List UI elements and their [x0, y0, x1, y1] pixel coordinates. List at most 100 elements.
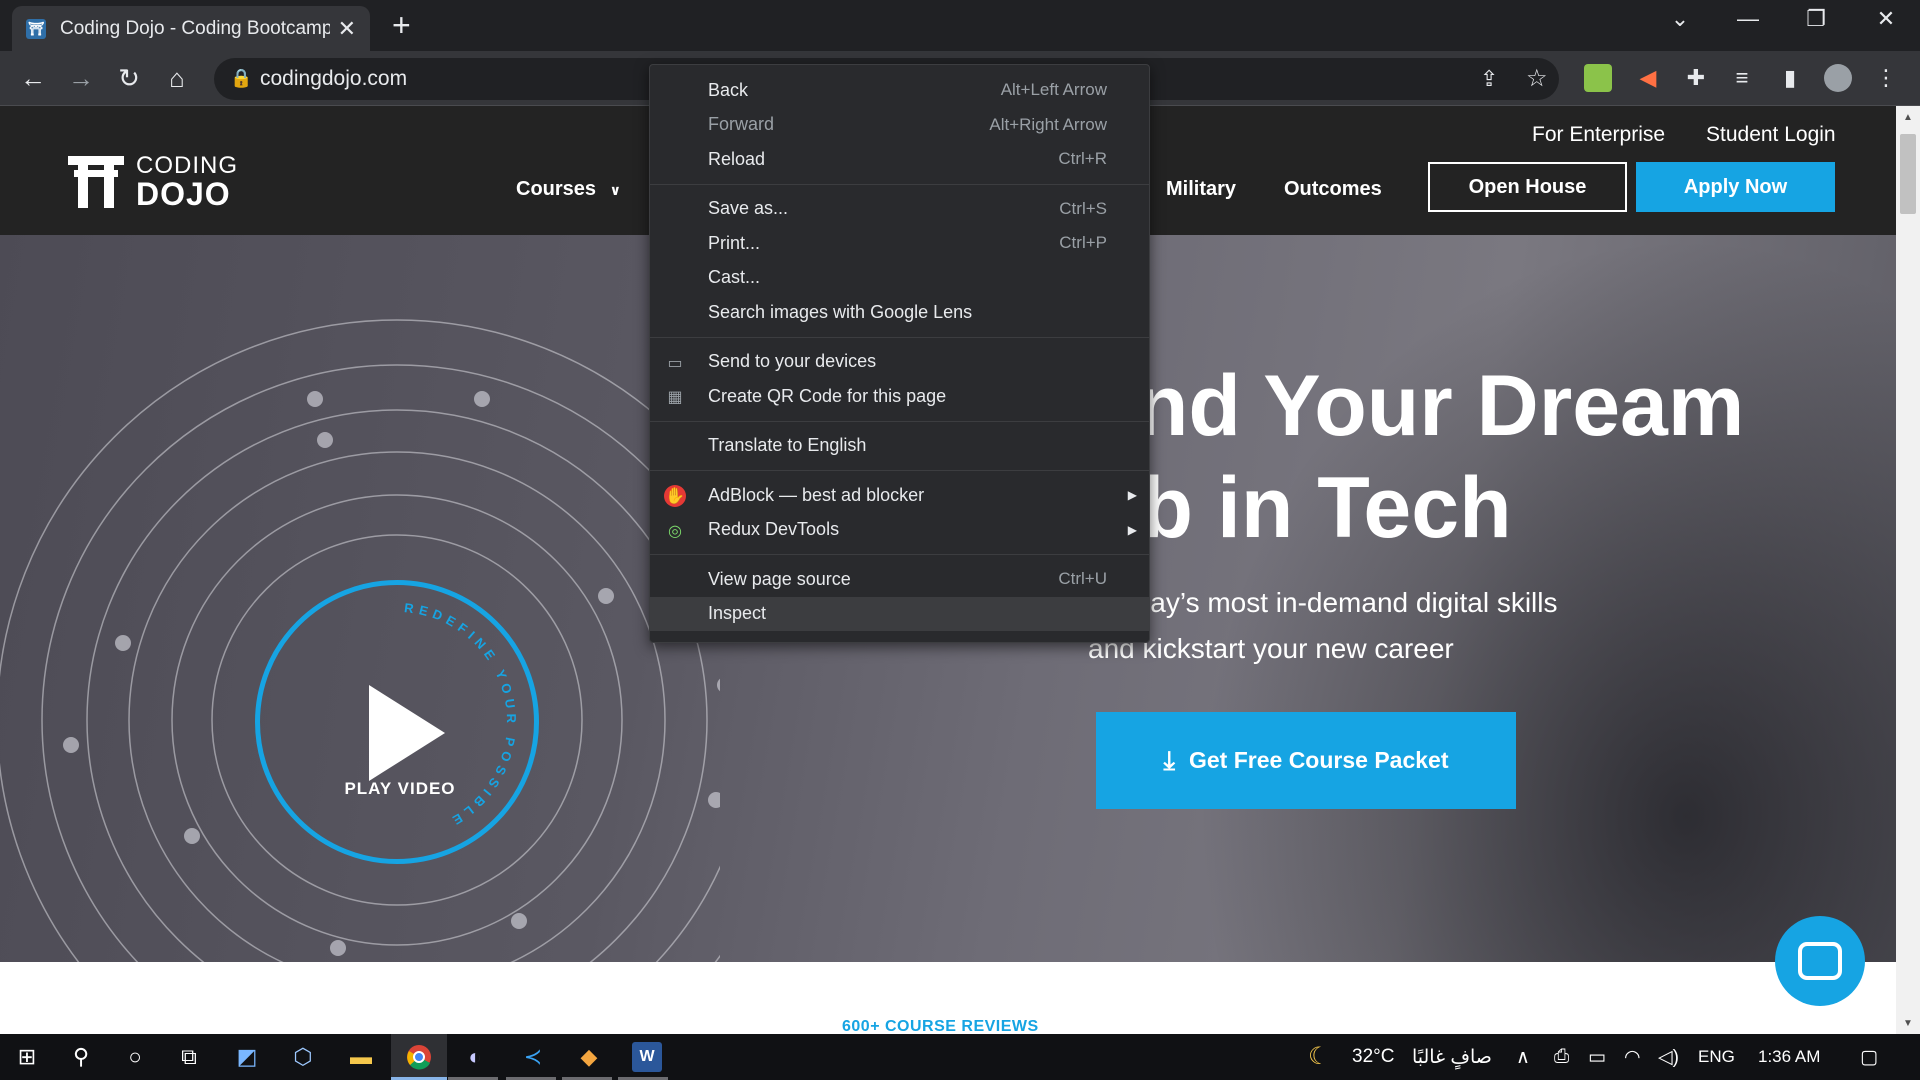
nav-courses[interactable]: Courses ∨: [516, 178, 621, 201]
task-view-icon[interactable]: ⧉: [174, 1042, 204, 1072]
search-icon[interactable]: ⚲: [66, 1042, 96, 1072]
url-text[interactable]: codingdojo.com: [260, 67, 407, 91]
menu-item-create-qr-code-for-this-page[interactable]: ▦ Create QR Code for this page: [650, 379, 1149, 414]
menu-item-forward[interactable]: Forward Alt+Right Arrow: [650, 108, 1149, 143]
battery-icon[interactable]: ▭: [1588, 1046, 1606, 1069]
weather-moon-icon[interactable]: ☾: [1308, 1042, 1330, 1071]
menu-item-back[interactable]: Back Alt+Left Arrow: [650, 73, 1149, 108]
active-tab[interactable]: ⛩ Coding Dojo - Coding Bootcamp ✕: [12, 6, 370, 51]
chat-launcher-button[interactable]: [1775, 916, 1865, 1006]
menu-item-label: Create QR Code for this page: [708, 385, 947, 406]
menu-item-reload[interactable]: Reload Ctrl+R: [650, 142, 1149, 177]
scroll-up-icon[interactable]: ▲: [1896, 112, 1920, 123]
kubernetes-icon[interactable]: ◩: [232, 1042, 262, 1072]
chrome-icon[interactable]: [404, 1042, 434, 1072]
tray-expand-icon[interactable]: ∧: [1516, 1046, 1530, 1069]
menu-item-label: Redux DevTools: [708, 519, 840, 540]
menu-item-label: Forward: [708, 114, 775, 135]
menu-item-save-as[interactable]: Save as... Ctrl+S: [650, 192, 1149, 227]
clock[interactable]: 1:36 AM: [1758, 1047, 1820, 1067]
chat-icon: [1798, 942, 1842, 980]
course-reviews-heading: 600+ COURSE REVIEWS: [842, 1018, 1039, 1034]
lock-icon[interactable]: 🔒: [230, 68, 252, 89]
apply-now-button[interactable]: Apply Now: [1636, 162, 1835, 212]
cortana-icon[interactable]: ○: [120, 1042, 150, 1072]
new-tab-button[interactable]: +: [392, 9, 411, 41]
menu-item-label: Inspect: [708, 603, 767, 624]
weather-text[interactable]: صافٍ غالبًا: [1412, 1046, 1492, 1069]
menu-item-label: Translate to English: [708, 435, 867, 456]
file-explorer-icon[interactable]: ▬: [346, 1042, 376, 1072]
media-control-icon[interactable]: ≡: [1728, 64, 1756, 92]
menu-item-adblock-best-ad-blocker[interactable]: ✋ AdBlock — best ad blocker ▶: [650, 478, 1149, 513]
tab-strip: ⛩ Coding Dojo - Coding Bootcamp ✕ + ⌄ — …: [0, 0, 1920, 51]
virtualbox-icon[interactable]: ⬡: [288, 1042, 318, 1072]
coding-dojo-logo[interactable]: CODING DOJO: [68, 154, 238, 210]
redux-icon: ◎: [668, 522, 682, 540]
git-icon[interactable]: ◆: [574, 1042, 604, 1072]
context-menu: Back Alt+Left Arrow Forward Alt+Right Arrow…: [649, 64, 1150, 643]
maximize-button[interactable]: ❐: [1796, 6, 1836, 32]
tab-search-icon[interactable]: ⌄: [1660, 6, 1700, 32]
download-icon: ⤓: [1163, 744, 1175, 775]
student-login-link[interactable]: Student Login: [1706, 123, 1836, 147]
menu-item-label: Cast...: [708, 267, 761, 288]
cta-label: Get Free Course Packet: [1188, 747, 1449, 773]
home-icon[interactable]: ⌂: [160, 61, 194, 95]
volume-icon[interactable]: ◁): [1658, 1046, 1679, 1069]
menu-item-cast[interactable]: Cast...: [650, 261, 1149, 296]
puzzle-icon[interactable]: ✚: [1682, 64, 1710, 92]
for-enterprise-link[interactable]: For Enterprise: [1532, 123, 1665, 147]
vscode-icon[interactable]: ≺: [518, 1042, 548, 1072]
media-extension-icon[interactable]: ◀: [1634, 64, 1662, 92]
menu-item-shortcut: Ctrl+S: [1059, 198, 1107, 218]
devices-icon: ▭: [667, 354, 683, 372]
nav-military[interactable]: Military: [1166, 178, 1236, 201]
menu-separator: [650, 183, 1149, 185]
extension-icon[interactable]: [1584, 64, 1612, 92]
bookmark-star-icon[interactable]: ☆: [1526, 64, 1548, 93]
torii-gate-icon: [68, 156, 124, 208]
windows-taskbar: ⊞ ⚲ ○ ⧉ ◩ ⬡ ▬ ◐ ≺ ◆ W ☾ 32°C صافٍ غالبًا…: [0, 1034, 1920, 1080]
menu-item-search-images-with-google-lens[interactable]: Search images with Google Lens: [650, 295, 1149, 330]
menu-separator: [650, 554, 1149, 555]
minimize-button[interactable]: —: [1728, 6, 1768, 32]
temperature[interactable]: 32°C: [1352, 1046, 1394, 1068]
play-video-label[interactable]: PLAY VIDEO: [320, 779, 480, 799]
menu-item-print[interactable]: Print... Ctrl+P: [650, 226, 1149, 261]
back-icon[interactable]: ←: [16, 61, 50, 95]
reload-icon[interactable]: ↻: [112, 61, 146, 95]
page-scrollbar[interactable]: ▲ ▼: [1896, 106, 1920, 1034]
menu-separator: [650, 336, 1149, 338]
wifi-icon[interactable]: ◠: [1624, 1046, 1641, 1069]
share-icon[interactable]: ⇪: [1480, 66, 1498, 92]
submenu-arrow-icon: ▶: [1127, 522, 1137, 537]
scroll-down-icon[interactable]: ▼: [1896, 1018, 1920, 1029]
menu-icon[interactable]: ⋮: [1872, 64, 1900, 92]
forward-icon[interactable]: →: [64, 61, 98, 95]
open-house-button[interactable]: Open House: [1428, 162, 1627, 212]
start-icon[interactable]: ⊞: [12, 1042, 42, 1072]
menu-item-redux-devtools[interactable]: ◎ Redux DevTools ▶: [650, 513, 1149, 548]
eclipse-icon[interactable]: ◐: [460, 1042, 490, 1072]
menu-item-inspect[interactable]: Inspect: [650, 596, 1149, 631]
profile-avatar[interactable]: [1824, 64, 1852, 92]
close-window-button[interactable]: ✕: [1866, 6, 1906, 32]
play-icon[interactable]: [369, 685, 445, 781]
nav-outcomes[interactable]: Outcomes: [1284, 178, 1382, 201]
get-free-course-packet-button[interactable]: ⤓ Get Free Course Packet: [1096, 712, 1516, 809]
notifications-icon[interactable]: ▢: [1860, 1046, 1878, 1069]
menu-item-send-to-your-devices[interactable]: ▭ Send to your devices: [650, 345, 1149, 380]
menu-separator: [650, 420, 1149, 422]
menu-item-view-page-source[interactable]: View page source Ctrl+U: [650, 562, 1149, 597]
menu-item-label: Send to your devices: [708, 351, 877, 372]
tab-close-icon[interactable]: ✕: [338, 16, 356, 42]
word-icon[interactable]: W: [632, 1042, 662, 1072]
side-panel-icon[interactable]: ▮: [1776, 64, 1804, 92]
meet-now-icon[interactable]: ⎙: [1554, 1046, 1569, 1068]
scroll-thumb[interactable]: [1900, 134, 1916, 214]
language-indicator[interactable]: ENG: [1698, 1047, 1735, 1067]
menu-item-label: Save as...: [708, 198, 789, 219]
menu-item-translate-to-english[interactable]: Translate to English: [650, 429, 1149, 464]
logo-line2: DOJO: [136, 176, 231, 212]
